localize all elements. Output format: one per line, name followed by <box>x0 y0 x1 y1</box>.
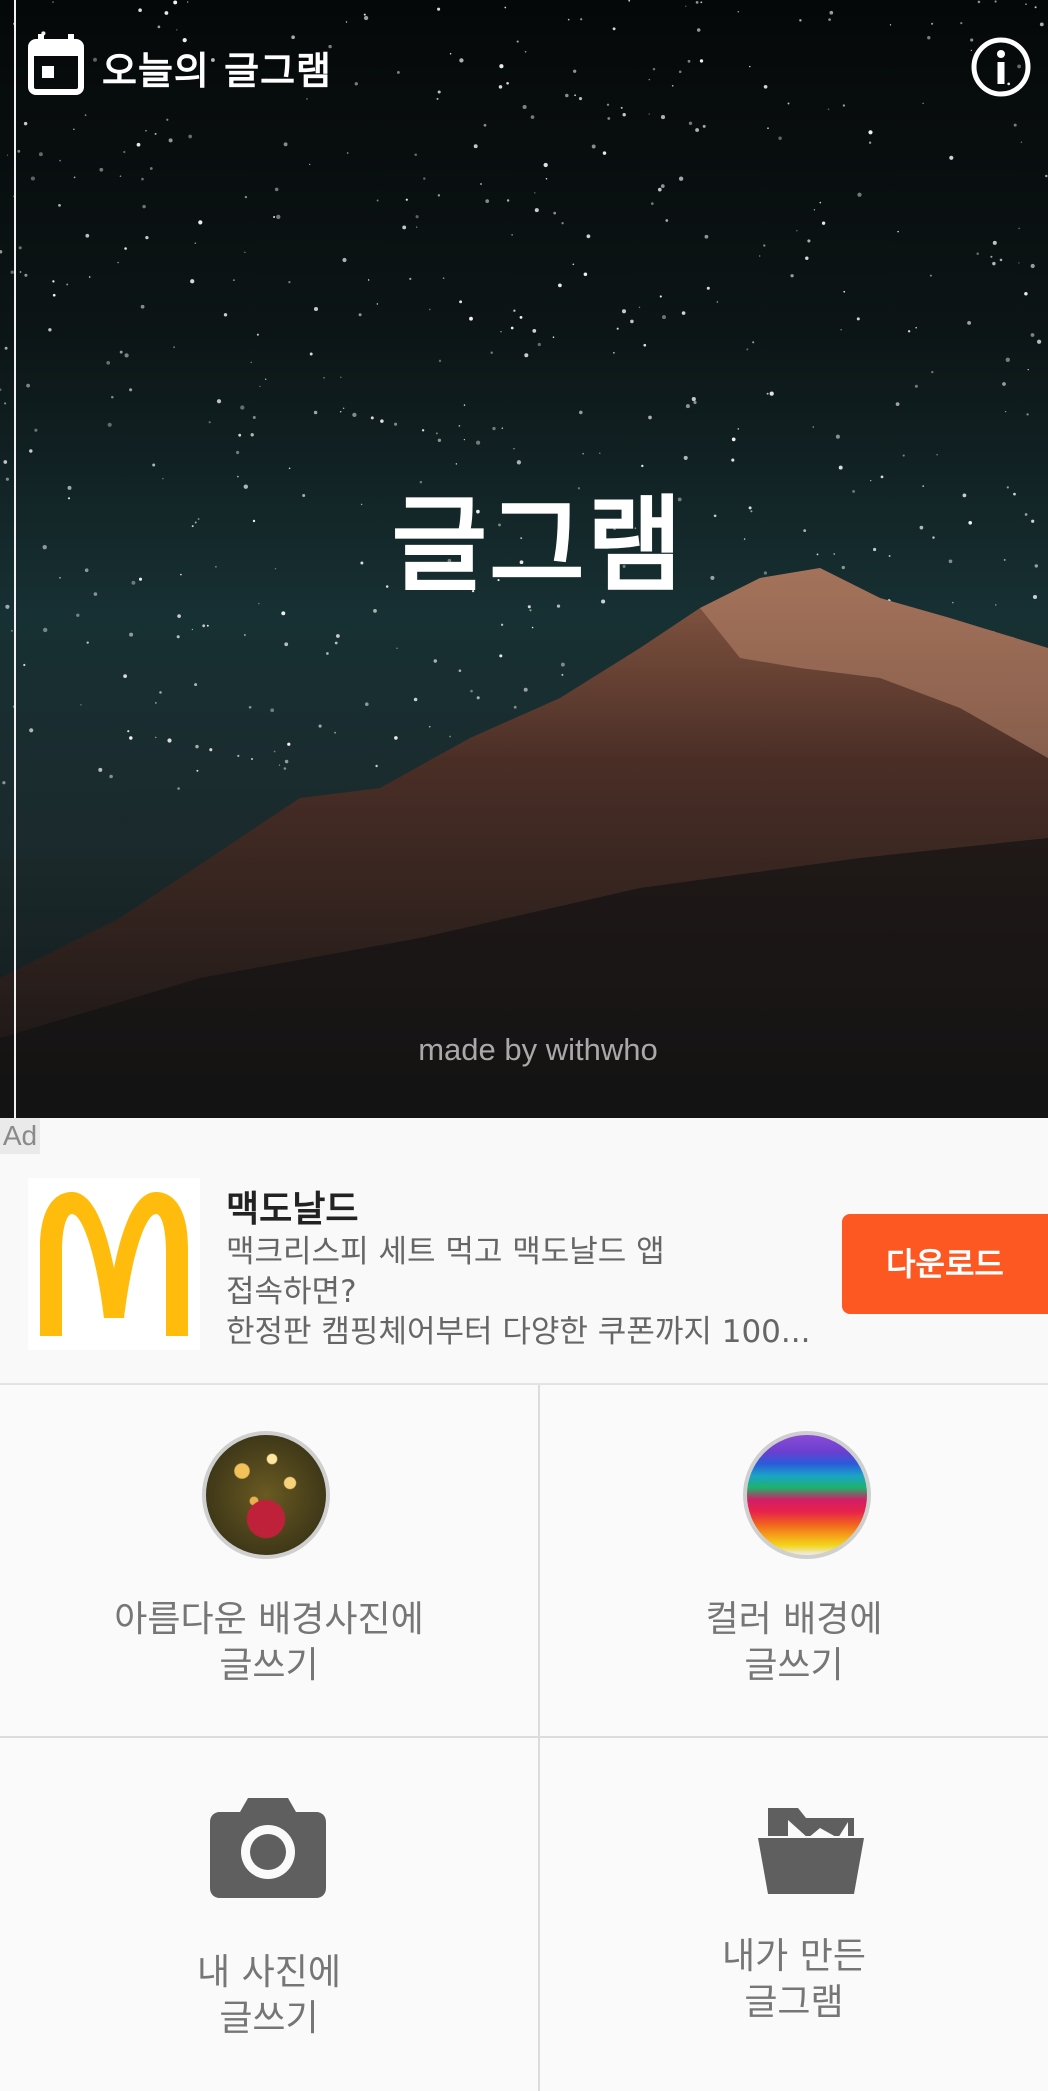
write-on-background-photo-button[interactable]: 아름다운 배경사진에 글쓰기 <box>0 1385 538 1736</box>
ad-brand[interactable]: 맥도날드 <box>226 1180 358 1232</box>
download-button[interactable]: 다운로드 <box>842 1214 1048 1314</box>
menu-grid: 아름다운 배경사진에 글쓰기 컬러 배경에 글쓰기 내 사진에 글쓰기 내가 만… <box>0 1385 1048 2091</box>
my-gulgram-button[interactable]: 내가 만든 글그램 <box>540 1738 1048 2091</box>
write-on-color-background-button[interactable]: 컬러 배경에 글쓰기 <box>540 1385 1048 1736</box>
ad-description[interactable]: 맥크리스피 세트 먹고 맥도날드 앱 접속하면? 한정판 캠핑체어부터 다양한 … <box>226 1232 826 1352</box>
menu-label: 컬러 배경에 <box>705 1599 883 1640</box>
today-gulgram-title[interactable]: 오늘의 글그램 <box>102 40 332 95</box>
menu-label: 글그램 <box>744 1982 844 2023</box>
menu-label: 내 사진에 <box>197 1952 341 1993</box>
menu-label: 아름다운 배경사진에 <box>114 1599 424 1640</box>
ad-line: 맥크리스피 세트 먹고 맥도날드 앱 <box>226 1234 665 1270</box>
color-background-thumbnail <box>743 1431 871 1559</box>
menu-label: 글쓰기 <box>744 1645 844 1686</box>
menu-label: 글쓰기 <box>219 1645 319 1686</box>
background-photo-thumbnail <box>202 1431 330 1559</box>
calendar-icon[interactable] <box>28 34 84 96</box>
ad-line: 접속하면? <box>226 1274 357 1310</box>
menu-label: 내가 만든 <box>722 1936 866 1977</box>
ad-banner[interactable]: Ad 맥도날드 맥크리스피 세트 먹고 맥도날드 앱 접속하면? 한정판 캠핑체… <box>0 1118 1048 1385</box>
ad-badge: Ad <box>0 1118 40 1154</box>
app-title: 글그램 <box>391 484 685 606</box>
hero-banner[interactable]: 오늘의 글그램 글그램 made by withwho <box>0 0 1048 1118</box>
menu-label: 글쓰기 <box>219 1998 319 2039</box>
ad-line: 한정판 캠핑체어부터 다양한 쿠폰까지 100... <box>226 1314 811 1350</box>
folder-open-icon <box>758 1808 864 1894</box>
camera-icon <box>210 1798 326 1898</box>
credit-text: made by withwho <box>418 1032 658 1067</box>
write-on-my-photo-button[interactable]: 내 사진에 글쓰기 <box>0 1738 538 2091</box>
info-icon[interactable] <box>970 36 1032 98</box>
mcdonalds-logo[interactable] <box>28 1178 200 1350</box>
